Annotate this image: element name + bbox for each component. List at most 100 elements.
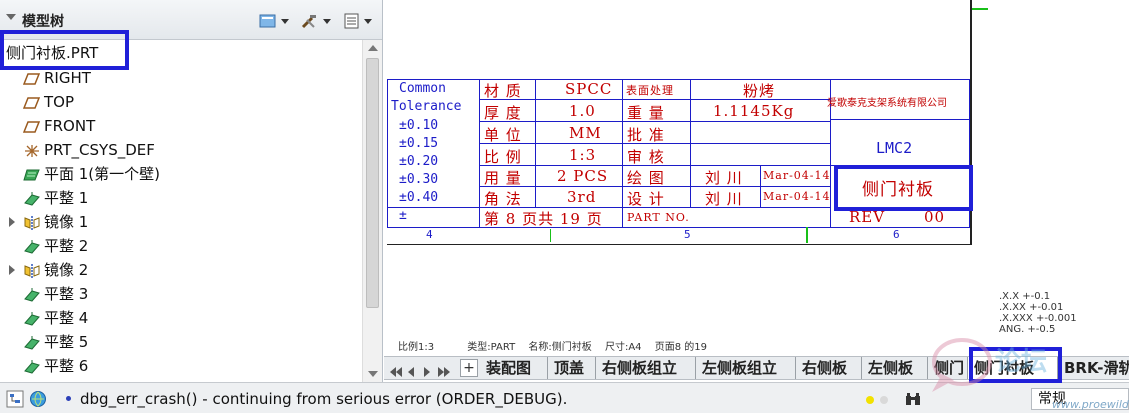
sheet-tab[interactable]: 左侧板组立 (696, 357, 796, 379)
label-angle: 角 法 (484, 190, 522, 208)
sheet-tab[interactable]: 右侧板组立 (596, 357, 696, 379)
designer-name: 刘 川 (705, 190, 743, 208)
collapse-caret-icon[interactable] (6, 14, 16, 20)
scroll-down-icon[interactable] (368, 371, 378, 377)
tolerance-note-line: ANG. +-0.5 (999, 324, 1056, 335)
sheet-tab[interactable]: 侧门 (928, 357, 968, 379)
label-unit: 单 位 (484, 126, 522, 144)
tolerance-value: ±0.40 (399, 190, 439, 205)
settings-menu-button[interactable] (300, 8, 331, 34)
scroll-thumb[interactable] (366, 58, 379, 308)
last-sheet-button[interactable] (438, 362, 450, 377)
design-date: Mar-04-14 (763, 190, 831, 203)
flat-wall-icon (23, 286, 41, 302)
flat-wall-icon (23, 358, 41, 374)
next-sheet-icon (424, 367, 430, 377)
display-menu-button[interactable] (343, 8, 372, 34)
value-angle: 3rd (567, 188, 597, 206)
tree-item[interactable]: 镜像 2 (0, 258, 360, 282)
sheet-tab[interactable]: 装配图 (480, 357, 548, 379)
drawing-canvas[interactable]: Common Tolerance ±0.10 ±0.15 ±0.20 ±0.30… (384, 0, 1129, 356)
flat-wall-icon (23, 334, 41, 350)
label-part-no: PART NO. (627, 211, 690, 224)
tree-item-label: 平面 1(第一个壁) (44, 165, 161, 183)
expand-arrow-icon[interactable] (9, 217, 15, 227)
tree-item-label: 平整 1 (44, 189, 89, 207)
sheet-tab[interactable]: 侧门衬板 (968, 357, 1058, 379)
sheet-size: 尺寸:A4 (604, 342, 642, 353)
sheet-tab[interactable]: 右侧板 (796, 357, 862, 379)
tree-root-part[interactable]: 侧门衬板.PRT (0, 40, 360, 66)
zone-label: 5 (684, 228, 691, 241)
tree-item-label: 镜像 2 (44, 261, 89, 279)
tree-item[interactable]: RIGHT (0, 66, 360, 90)
tree-item[interactable]: FRONT (0, 114, 360, 138)
label-surface: 表面处理 (626, 84, 674, 97)
flat-wall-icon (23, 238, 41, 254)
dropdown-arrow-icon (281, 18, 289, 24)
sheet-page: 页面8 的19 (654, 342, 707, 353)
tools-icon (301, 15, 316, 29)
status-bar: dbg_err_crash() - continuing from seriou… (0, 382, 1129, 413)
drawing-code: LMC2 (876, 139, 913, 157)
browser-globe-icon[interactable] (29, 390, 47, 408)
first-sheet-button[interactable] (390, 362, 402, 377)
label-weight: 重 量 (627, 104, 665, 122)
show-menu-button[interactable] (258, 8, 289, 34)
tree-item[interactable]: 平整 1 (0, 186, 360, 210)
tree-item[interactable]: 平面 1(第一个壁) (0, 162, 360, 186)
tree-item[interactable]: 平整 3 (0, 282, 360, 306)
tree-item[interactable]: TOP (0, 90, 360, 114)
sheet-tab[interactable]: 顶盖 (548, 357, 596, 379)
datum-plane-icon (22, 70, 41, 86)
book-icon (259, 14, 276, 28)
model-tree-toggle-icon[interactable] (6, 390, 24, 408)
tree-item-label: 镜像 1 (44, 213, 89, 231)
mirror-icon (23, 214, 41, 230)
tree-item[interactable]: 平整 4 (0, 306, 360, 330)
value-scale: 1:3 (569, 146, 597, 164)
app-window: 模型树 侧门衬板.PRT RIGHT TOP FRONT PRT_CSYS_DEF 平面… (0, 0, 1129, 413)
expand-arrow-icon[interactable] (9, 265, 15, 275)
tree-item-label: RIGHT (44, 69, 91, 87)
coordinate-system-icon (23, 142, 41, 158)
value-thickness: 1.0 (569, 102, 596, 120)
tree-item-label: 平整 4 (44, 309, 89, 327)
zone-label: 4 (426, 228, 433, 241)
add-sheet-button[interactable]: + (460, 359, 478, 377)
watermark-url: www.proewildfire.cn (1052, 398, 1129, 411)
sheet-tab[interactable]: 左侧板 (862, 357, 928, 379)
label-scale: 比 例 (484, 148, 522, 166)
tolerance-heading: Common (399, 81, 446, 96)
prev-sheet-button[interactable] (408, 362, 420, 377)
sheet-type: 类型:PART (467, 342, 516, 353)
tree-item[interactable]: 平整 6 (0, 354, 360, 378)
sheet-tab[interactable]: BRK-滑轨 (1058, 357, 1129, 379)
tolerance-value: ± (399, 208, 407, 223)
title-block: Common Tolerance ±0.10 ±0.15 ±0.20 ±0.30… (387, 79, 970, 228)
tree-item-label: TOP (44, 93, 75, 111)
tolerance-heading: Tolerance (391, 99, 462, 114)
tree-item[interactable]: 镜像 1 (0, 210, 360, 234)
mirror-icon (23, 262, 41, 278)
scroll-up-icon[interactable] (368, 45, 378, 51)
company-name: 爱歌泰克支架系统有限公司 (827, 98, 947, 109)
tree-item[interactable]: 平整 2 (0, 234, 360, 258)
model-tree-list: 侧门衬板.PRT RIGHT TOP FRONT PRT_CSYS_DEF 平面 1(第… (0, 40, 360, 378)
model-tree-header: 模型树 (0, 0, 382, 40)
tree-scrollbar[interactable] (362, 40, 382, 382)
regen-status-icon (880, 396, 888, 404)
binoculars-icon[interactable] (904, 390, 922, 408)
sheet-tab-bar: + 装配图 顶盖 右侧板组立 左侧板组立 右侧板 左侧板 侧门 侧门衬板 BRK-滑轨 (384, 356, 1129, 380)
page-count: 第 8 页共 19 页 (484, 210, 603, 228)
rev-value: 00 (924, 208, 946, 226)
value-usage: 2 PCS (557, 167, 609, 185)
value-surface: 粉烤 (743, 82, 776, 100)
tree-item[interactable]: PRT_CSYS_DEF (0, 138, 360, 162)
zone-label: 6 (893, 228, 900, 241)
tree-item[interactable]: 平整 5 (0, 330, 360, 354)
message-bullet-icon (66, 396, 71, 401)
next-sheet-button[interactable] (424, 362, 436, 377)
dropdown-arrow-icon (323, 18, 331, 24)
tolerance-value: ±0.10 (399, 118, 439, 133)
